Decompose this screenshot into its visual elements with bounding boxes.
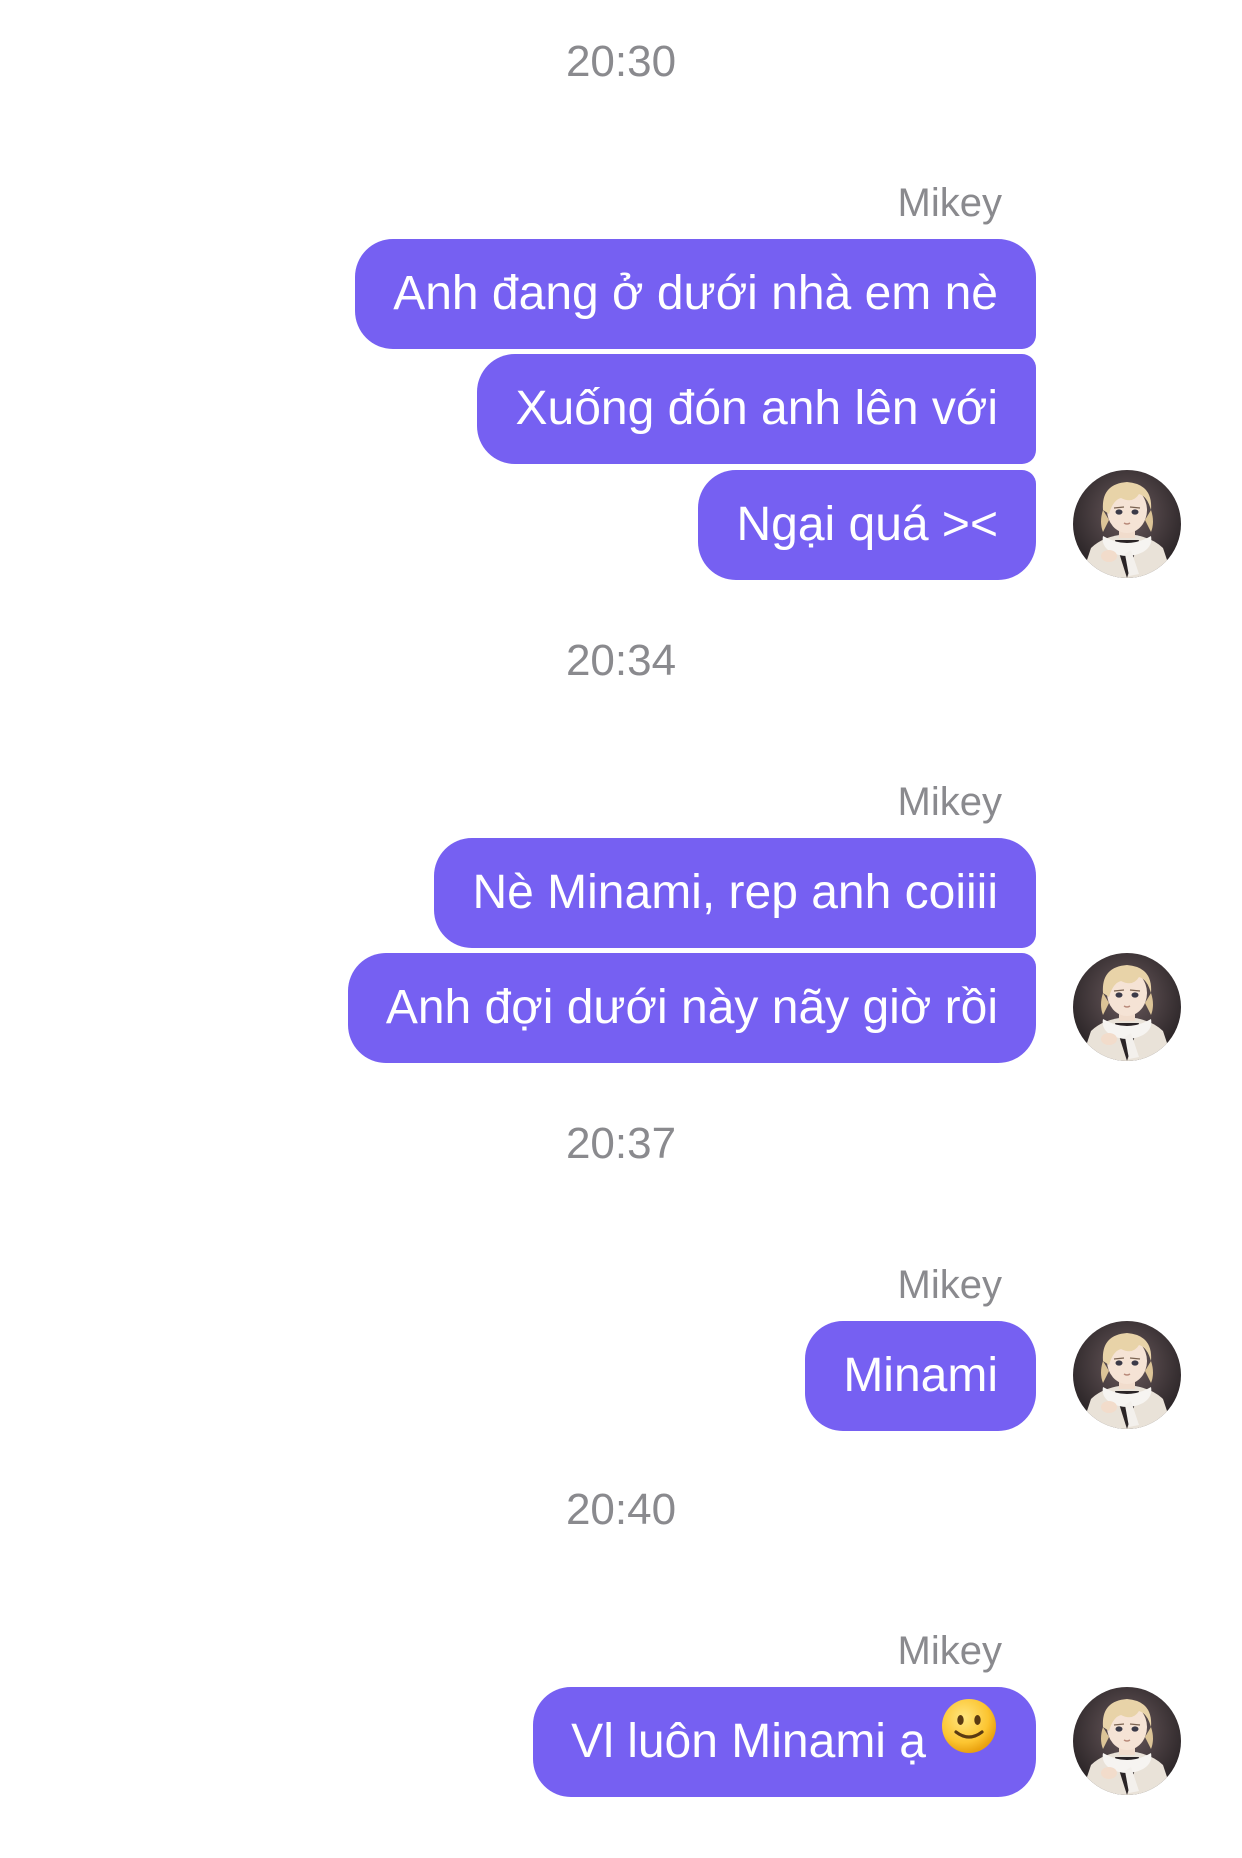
anime-avatar-icon	[1073, 953, 1181, 1061]
message-bubble[interactable]: Ngại quá ><	[698, 470, 1036, 580]
slightly-smiling-face-icon	[940, 1685, 998, 1795]
timestamp: 20:34	[565, 636, 677, 685]
message-bubble[interactable]: Xuống đón anh lên với	[477, 354, 1036, 464]
avatar[interactable]	[1073, 1687, 1181, 1795]
anime-avatar-icon	[1073, 1321, 1181, 1429]
timestamp: 20:40	[565, 1485, 677, 1534]
sender-name: Mikey	[897, 780, 1002, 824]
sender-name: Mikey	[897, 1629, 1002, 1673]
message-text: Vl luôn Minami ạ	[571, 1715, 926, 1768]
message-bubble[interactable]: Anh đợi dưới này nãy giờ rồi	[347, 953, 1036, 1063]
message-bubble[interactable]: Vl luôn Minami ạ	[533, 1687, 1036, 1797]
message-bubble[interactable]: Nè Minami, rep anh coiiii	[434, 838, 1036, 948]
avatar[interactable]	[1073, 470, 1181, 578]
avatar[interactable]	[1073, 1321, 1181, 1429]
anime-avatar-icon	[1073, 1687, 1181, 1795]
sender-name: Mikey	[897, 181, 1002, 225]
chat-thread: 20:30 Mikey Anh đang ở dưới nhà em nè Xu…	[0, 0, 1242, 1858]
message-bubble[interactable]: Minami	[805, 1321, 1036, 1431]
sender-name: Mikey	[897, 1263, 1002, 1307]
avatar[interactable]	[1073, 953, 1181, 1061]
message-bubble[interactable]: Anh đang ở dưới nhà em nè	[355, 239, 1036, 349]
timestamp: 20:30	[565, 37, 677, 86]
timestamp: 20:37	[565, 1119, 677, 1168]
anime-avatar-icon	[1073, 470, 1181, 578]
